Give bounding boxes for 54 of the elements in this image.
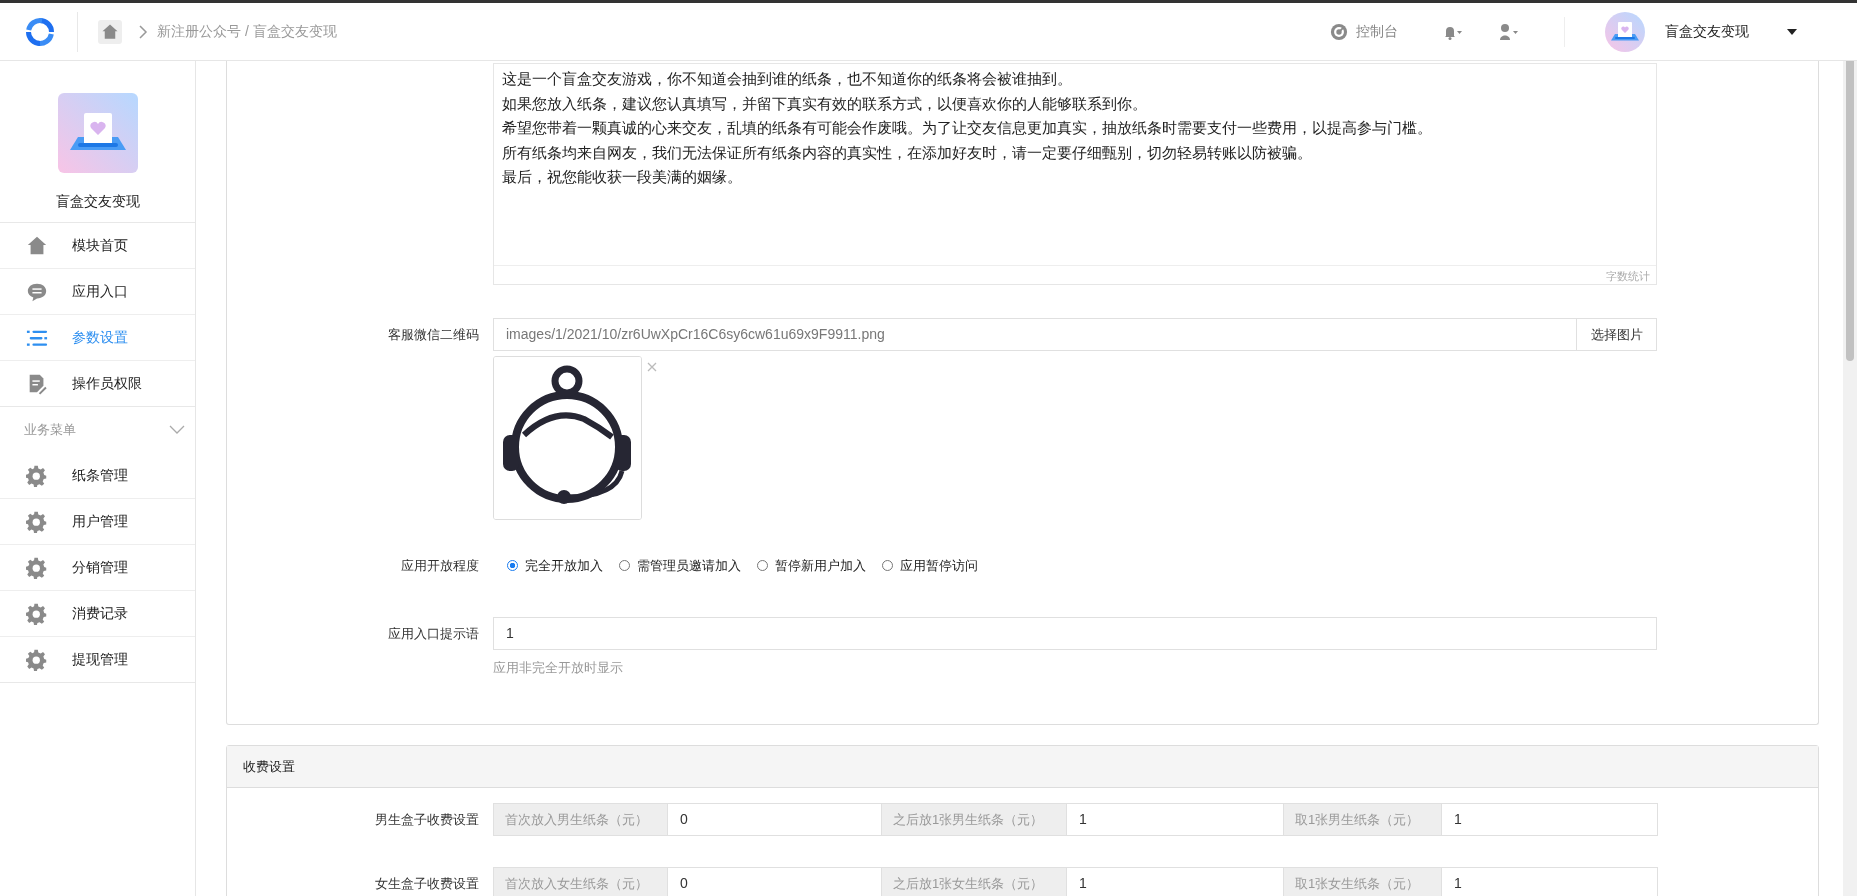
radio-option[interactable]: 暂停新用户加入 bbox=[757, 556, 866, 575]
user-menu-button[interactable]: 盲盒交友变现 bbox=[1665, 22, 1797, 41]
input-addon: 首次放入男生纸条（元） bbox=[493, 803, 667, 836]
number-field[interactable]: 0 bbox=[667, 803, 882, 836]
field-label: 客服微信二维码 bbox=[388, 327, 479, 342]
chevron-down-icon[interactable] bbox=[169, 425, 185, 435]
home-icon bbox=[101, 22, 119, 41]
gear-icon bbox=[26, 556, 48, 579]
sidebar-item[interactable]: 提现管理 bbox=[0, 637, 195, 682]
app-logo-icon bbox=[57, 93, 138, 173]
radio-option[interactable]: 应用暂停访问 bbox=[882, 556, 978, 575]
sidebar-item[interactable]: 模块首页 bbox=[0, 223, 195, 269]
input-addon: 首次放入女生纸条（元） bbox=[493, 867, 667, 896]
help-text: 应用非完全开放时显示 bbox=[493, 659, 624, 677]
number-field[interactable]: 1 bbox=[1441, 867, 1658, 896]
section-title: 业务菜单 bbox=[24, 421, 76, 439]
caret-down-icon bbox=[1787, 28, 1797, 35]
text-field[interactable]: 1 bbox=[493, 617, 1657, 650]
home-button[interactable] bbox=[98, 19, 122, 44]
radio-option[interactable]: 需管理员邀请加入 bbox=[619, 556, 741, 575]
gear-icon bbox=[26, 602, 48, 625]
panel-title: 收费设置 bbox=[243, 759, 295, 774]
gear-icon bbox=[26, 648, 48, 671]
number-field[interactable]: 1 bbox=[1066, 803, 1284, 836]
sidebar-item[interactable]: 纸条管理 bbox=[0, 453, 195, 499]
app-name: 盲盒交友变现 bbox=[55, 193, 140, 211]
sidebar-item[interactable]: 应用入口 bbox=[0, 269, 195, 315]
field-label: 男生盒子收费设置 bbox=[375, 812, 479, 827]
gauge-icon bbox=[1330, 22, 1348, 41]
gear-icon bbox=[26, 510, 48, 533]
input-addon: 之后放1张女生纸条（元） bbox=[881, 867, 1066, 896]
image-path-field[interactable]: images/1/2021/10/zr6UwXpCr16C6sy6cw61u69x9F9911.png bbox=[493, 318, 1577, 351]
input-addon: 之后放1张男生纸条（元） bbox=[881, 803, 1066, 836]
close-icon[interactable] bbox=[647, 362, 657, 372]
input-addon: 取1张女生纸条（元） bbox=[1283, 867, 1441, 896]
intro-text-field[interactable]: 这是一个盲盒交友游戏，你不知道会抽到谁的纸条，也不知道你的纸条将会被谁抽到。 如果您放入纸条，建议您认真填写，并留下真实有效的联系方式，以便喜欢你的人能够联系到你。 希望您带着一颗真诚的心来交友，乱填的纸条有可能会作废哦。为了让交友信息更加真实，抽放纸条时需要支付一些费用，以提高参与门槛。 所有纸条均来自网友，我们无法保证所有纸条内容的真实性，在添加好友时，请一定要仔细甄别，切勿轻易转账以防被骗。 最后，祝您能收获一段美满的姻缘。 bbox=[494, 64, 1656, 265]
field-label: 应用入口提示语 bbox=[388, 626, 479, 641]
field-label: 女生盒子收费设置 bbox=[375, 876, 479, 891]
console-link[interactable]: 控制台 bbox=[1330, 22, 1398, 41]
avatar-icon[interactable] bbox=[1605, 11, 1645, 52]
select-image-button[interactable]: 选择图片 bbox=[1577, 318, 1657, 351]
home-icon bbox=[26, 234, 48, 257]
sidebar-item[interactable]: 用户管理 bbox=[0, 499, 195, 545]
gear-icon bbox=[26, 464, 48, 487]
sidebar-item[interactable]: 消费记录 bbox=[0, 591, 195, 637]
input-addon: 取1张男生纸条（元） bbox=[1283, 803, 1441, 836]
word-count-label: 字数统计 bbox=[1606, 270, 1650, 282]
chevron-right-icon bbox=[138, 24, 148, 39]
field-label: 应用开放程度 bbox=[401, 558, 479, 573]
number-field[interactable]: 1 bbox=[1441, 803, 1658, 836]
sidebar-item[interactable]: 参数设置 bbox=[0, 315, 195, 361]
sidebar-item[interactable]: 分销管理 bbox=[0, 545, 195, 591]
sidebar-item[interactable]: 操作员权限 bbox=[0, 361, 195, 406]
radio-option[interactable]: 完全开放加入 bbox=[507, 556, 603, 575]
